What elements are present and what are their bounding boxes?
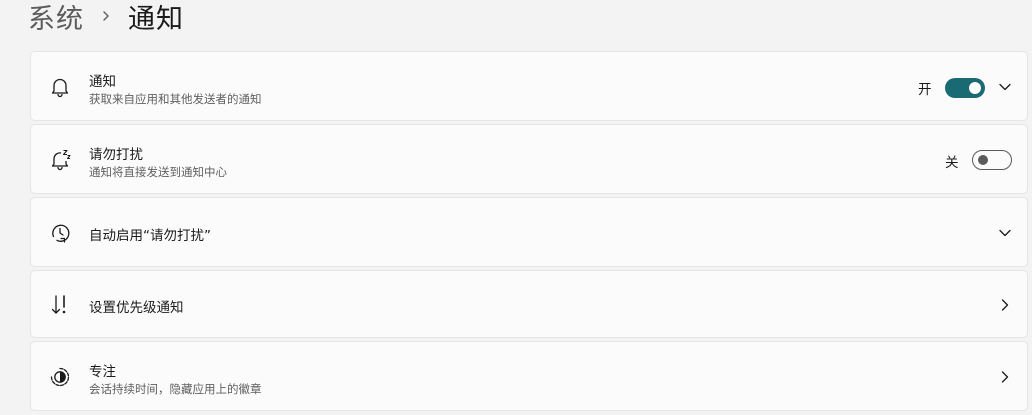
priority-notifications-card[interactable]: 设置优先级通知: [30, 270, 1028, 338]
chevron-down-icon[interactable]: [995, 77, 1015, 97]
do-not-disturb-title: 请勿打扰: [89, 147, 143, 163]
page-title: 通知: [128, 3, 184, 35]
priority-icon: [48, 293, 72, 317]
chevron-right-icon: [84, 0, 128, 36]
do-not-disturb-card[interactable]: 请勿打扰 通知将直接发送到通知中心 关: [30, 124, 1028, 194]
bell-snooze-icon: [48, 148, 72, 172]
notifications-card[interactable]: 通知 获取来自应用和其他发送者的通知 开: [30, 51, 1028, 121]
focus-icon: [48, 365, 72, 389]
notifications-state-label: 开: [918, 82, 932, 98]
notifications-toggle[interactable]: [945, 78, 985, 98]
breadcrumb: 系统 通知: [28, 0, 184, 36]
do-not-disturb-toggle[interactable]: [972, 150, 1012, 170]
auto-dnd-title: 自动启用“请勿打扰”: [89, 228, 211, 244]
chevron-right-icon[interactable]: [995, 295, 1015, 315]
focus-subtitle: 会话持续时间，隐藏应用上的徽章: [89, 382, 262, 396]
focus-card[interactable]: 专注 会话持续时间，隐藏应用上的徽章: [30, 341, 1028, 411]
toggle-knob: [978, 155, 988, 165]
bell-icon: [48, 75, 72, 99]
notifications-settings-page: 系统 通知 通知 获取来自应用和其他发送者的通知 开 请勿打扰 通知将直接发送到…: [0, 0, 1032, 415]
do-not-disturb-state-label: 关: [945, 155, 959, 171]
priority-notifications-title: 设置优先级通知: [89, 300, 184, 316]
notifications-title: 通知: [89, 74, 116, 90]
breadcrumb-system-link[interactable]: 系统: [28, 0, 84, 36]
chevron-down-icon[interactable]: [995, 223, 1015, 243]
toggle-knob: [969, 82, 981, 94]
clock-icon: [48, 221, 72, 245]
do-not-disturb-subtitle: 通知将直接发送到通知中心: [89, 165, 227, 179]
focus-title: 专注: [89, 364, 116, 380]
auto-dnd-card[interactable]: 自动启用“请勿打扰”: [30, 197, 1028, 267]
chevron-right-icon[interactable]: [995, 367, 1015, 387]
notifications-subtitle: 获取来自应用和其他发送者的通知: [89, 92, 262, 106]
